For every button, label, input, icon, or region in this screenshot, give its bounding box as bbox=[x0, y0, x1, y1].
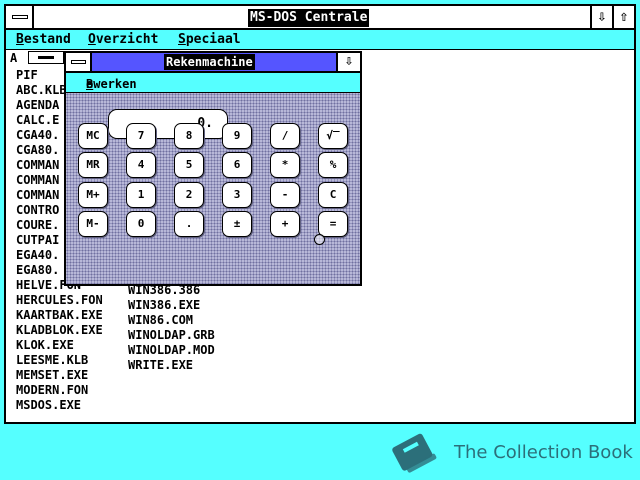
menu-overzicht-accel: O bbox=[88, 32, 96, 47]
key-4-button[interactable]: 4 bbox=[126, 152, 156, 178]
key-plus-minus-button[interactable]: ± bbox=[222, 211, 252, 237]
file-item[interactable]: MODERN.FON bbox=[16, 383, 103, 398]
calculator-minimize-button[interactable]: ⇩ bbox=[336, 53, 360, 71]
system-menu-icon bbox=[71, 60, 86, 64]
maximize-button[interactable]: ⇧ bbox=[612, 6, 634, 28]
key-0-button[interactable]: 0 bbox=[126, 211, 156, 237]
window-title: MS-DOS Centrale bbox=[248, 9, 370, 27]
file-item[interactable]: MSDOS.EXE bbox=[16, 398, 103, 413]
key-equals-button[interactable]: = bbox=[318, 211, 348, 237]
file-item[interactable]: MEMSET.EXE bbox=[16, 368, 103, 383]
key-3-button[interactable]: 3 bbox=[222, 182, 252, 208]
menu-bewerken-label: ewerken bbox=[86, 77, 137, 91]
file-item[interactable]: LEESME.KLB bbox=[16, 353, 103, 368]
key-clear-button[interactable]: C bbox=[318, 182, 348, 208]
title-bar[interactable]: MS-DOS Centrale ⇩ ⇧ bbox=[6, 6, 634, 30]
menu-bestand[interactable]: Bestand bbox=[16, 31, 71, 49]
key-1-button[interactable]: 1 bbox=[126, 182, 156, 208]
key-6-button[interactable]: 6 bbox=[222, 152, 252, 178]
menu-bestand-accel: B bbox=[16, 32, 24, 47]
key-9-button[interactable]: 9 bbox=[222, 123, 252, 149]
key-mc-button[interactable]: MC bbox=[78, 123, 108, 149]
book-icon bbox=[392, 433, 437, 473]
key-percent-button[interactable]: % bbox=[318, 152, 348, 178]
drive-letter[interactable]: A bbox=[10, 50, 17, 66]
menu-speciaal-label: peciaal bbox=[185, 32, 241, 47]
key-minus-button[interactable]: - bbox=[270, 182, 300, 208]
watermark: The Collection Book bbox=[388, 430, 636, 476]
mouse-cursor-icon bbox=[314, 234, 325, 245]
file-item[interactable]: KAARTBAK.EXE bbox=[16, 308, 103, 323]
menu-overzicht[interactable]: Overzicht bbox=[88, 31, 158, 49]
file-item[interactable]: HERCULES.FON bbox=[16, 293, 103, 308]
drive-icon[interactable] bbox=[28, 51, 64, 64]
file-item[interactable]: WRITE.EXE bbox=[128, 358, 215, 373]
key-decimal-button[interactable]: . bbox=[174, 211, 204, 237]
file-item[interactable]: WINOLDAP.GRB bbox=[128, 328, 215, 343]
system-menu-icon bbox=[12, 15, 28, 19]
key-7-button[interactable]: 7 bbox=[126, 123, 156, 149]
key-5-button[interactable]: 5 bbox=[174, 152, 204, 178]
arrow-down-icon: ⇩ bbox=[597, 7, 607, 25]
calculator-menu-bar: Bewerken bbox=[66, 73, 360, 93]
file-item[interactable]: KLADBLOK.EXE bbox=[16, 323, 103, 338]
key-8-button[interactable]: 8 bbox=[174, 123, 204, 149]
key-multiply-button[interactable]: * bbox=[270, 152, 300, 178]
menu-overzicht-label: verzicht bbox=[95, 32, 159, 47]
menu-speciaal[interactable]: Speciaal bbox=[178, 31, 241, 49]
key-m-minus-button[interactable]: M- bbox=[78, 211, 108, 237]
file-item[interactable]: WIN86.COM bbox=[128, 313, 215, 328]
file-list-column-2: WIN386.386 WIN386.EXE WIN86.COM WINOLDAP.GR… bbox=[128, 283, 215, 373]
minimize-button[interactable]: ⇩ bbox=[590, 6, 612, 28]
system-menu-button[interactable] bbox=[6, 6, 34, 28]
file-item[interactable]: WINOLDAP.MOD bbox=[128, 343, 215, 358]
key-plus-button[interactable]: + bbox=[270, 211, 300, 237]
file-item[interactable]: WIN386.EXE bbox=[128, 298, 215, 313]
key-divide-button[interactable]: / bbox=[270, 123, 300, 149]
menu-bar: Bestand Overzicht Speciaal bbox=[6, 30, 634, 50]
file-item[interactable]: KLOK.EXE bbox=[16, 338, 103, 353]
calculator-system-menu-button[interactable] bbox=[66, 53, 92, 71]
menu-bestand-label: estand bbox=[23, 32, 71, 47]
calculator-title: Rekenmachine bbox=[164, 54, 255, 70]
key-2-button[interactable]: 2 bbox=[174, 182, 204, 208]
key-m-plus-button[interactable]: M+ bbox=[78, 182, 108, 208]
calculator-window[interactable]: Rekenmachine ⇩ Bewerken 0. MC 7 8 9 / √‾ MR 4 5 6… bbox=[64, 51, 362, 286]
calculator-title-bar[interactable]: Rekenmachine ⇩ bbox=[66, 53, 360, 73]
calculator-body: 0. MC 7 8 9/√‾ MR 4 5 6 *% M+ 1 2 3- C M- 0. ± + = bbox=[66, 93, 360, 284]
menu-speciaal-accel: S bbox=[178, 32, 186, 47]
key-mr-button[interactable]: MR bbox=[78, 152, 108, 178]
drive-slot bbox=[38, 56, 54, 59]
arrow-down-icon: ⇩ bbox=[344, 53, 354, 69]
arrow-up-icon: ⇧ bbox=[619, 7, 629, 25]
watermark-text: The Collection Book bbox=[454, 442, 633, 463]
key-sqrt-button[interactable]: √‾ bbox=[318, 123, 348, 149]
